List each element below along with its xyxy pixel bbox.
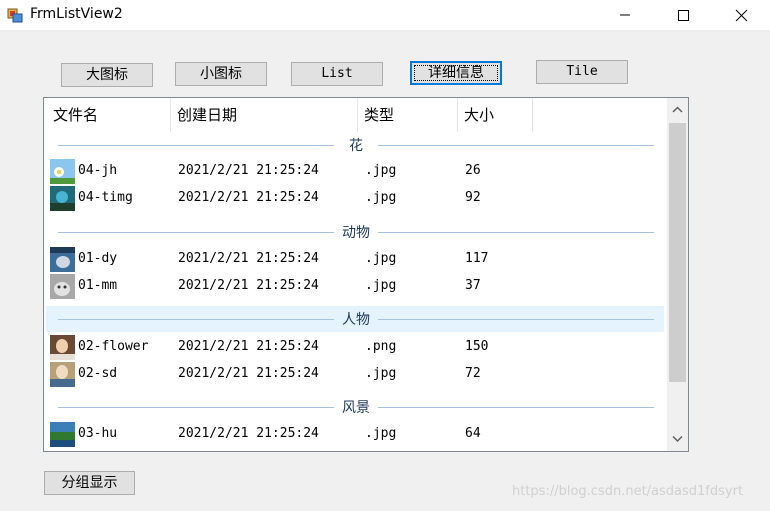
item-filename: 04-jh — [78, 163, 118, 178]
item-filename: 04-timg — [78, 190, 133, 205]
item-type: .jpg — [365, 278, 397, 293]
item-type: .jpg — [365, 366, 397, 381]
vertical-scrollbar[interactable] — [667, 98, 688, 451]
small-icon-button[interactable]: 小图标 — [175, 62, 267, 86]
column-header-size[interactable]: 大小 — [457, 98, 532, 132]
app-icon — [7, 8, 23, 23]
column-header-filename[interactable]: 文件名 — [46, 98, 170, 132]
image-thumbnail-icon — [50, 186, 75, 211]
group-line — [58, 145, 334, 146]
group-title: 花 — [349, 138, 363, 154]
minimize-button[interactable] — [596, 0, 654, 30]
minimize-icon — [620, 14, 630, 16]
item-size: 64 — [465, 426, 481, 441]
list-item[interactable]: 04-timg 2021/2/21 21:25:24 .jpg 92 — [46, 185, 664, 212]
image-thumbnail-icon — [50, 422, 75, 447]
group-header-flowers[interactable]: 花 — [46, 132, 664, 158]
item-filename: 02-sd — [78, 366, 118, 381]
group-line — [58, 407, 334, 408]
item-date: 2021/2/21 21:25:24 — [178, 366, 319, 381]
item-type: .png — [365, 339, 397, 354]
group-title: 人物 — [342, 312, 370, 328]
item-date: 2021/2/21 21:25:24 — [178, 339, 319, 354]
large-icon-button[interactable]: 大图标 — [61, 63, 153, 87]
item-size: 117 — [465, 251, 489, 266]
item-filename: 01-mm — [78, 278, 118, 293]
item-type: .jpg — [365, 163, 397, 178]
item-size: 92 — [465, 190, 481, 205]
column-header-created[interactable]: 创建日期 — [170, 98, 357, 132]
item-type: .jpg — [365, 251, 397, 266]
item-date: 2021/2/21 21:25:24 — [178, 251, 319, 266]
item-date: 2021/2/21 21:25:24 — [178, 278, 319, 293]
details-view-button[interactable]: 详细信息 — [410, 61, 502, 85]
file-list-view[interactable]: 文件名 创建日期 类型 大小 花 04-jh 2021/2/21 21:25:2… — [43, 97, 689, 452]
group-line — [378, 232, 654, 233]
image-thumbnail-icon — [50, 274, 75, 299]
scroll-down-icon[interactable] — [672, 435, 683, 443]
list-item[interactable]: 02-sd 2021/2/21 21:25:24 .jpg 72 — [46, 361, 664, 388]
image-thumbnail-icon — [50, 247, 75, 272]
item-date: 2021/2/21 21:25:24 — [178, 163, 319, 178]
group-line — [378, 145, 654, 146]
scroll-up-icon[interactable] — [672, 106, 683, 114]
window-title: FrmListView2 — [30, 6, 123, 22]
list-item[interactable]: 02-flower 2021/2/21 21:25:24 .png 150 — [46, 334, 664, 361]
item-filename: 01-dy — [78, 251, 118, 266]
item-date: 2021/2/21 21:25:24 — [178, 426, 319, 441]
tile-view-button[interactable]: Tile — [536, 60, 628, 84]
column-divider[interactable] — [532, 98, 533, 132]
group-line — [58, 232, 334, 233]
group-header-animals[interactable]: 动物 — [46, 219, 664, 245]
group-header-scenery[interactable]: 风景 — [46, 394, 664, 420]
list-item[interactable]: 04-jh 2021/2/21 21:25:24 .jpg 26 — [46, 158, 664, 185]
watermark: https://blog.csdn.net/asdasd1fdsyrt — [512, 484, 744, 499]
list-view-button[interactable]: List — [291, 62, 383, 86]
focus-rectangle — [414, 65, 498, 81]
item-size: 37 — [465, 278, 481, 293]
item-date: 2021/2/21 21:25:24 — [178, 190, 319, 205]
item-filename: 03-hu — [78, 426, 118, 441]
item-size: 72 — [465, 366, 481, 381]
group-display-button[interactable]: 分组显示 — [44, 471, 135, 495]
item-size: 150 — [465, 339, 489, 354]
group-line — [378, 407, 654, 408]
title-bar: FrmListView2 — [0, 0, 770, 30]
group-header-people[interactable]: 人物 — [46, 306, 664, 332]
column-header-type[interactable]: 类型 — [357, 98, 457, 132]
group-line — [378, 319, 654, 320]
maximize-icon — [678, 10, 689, 21]
close-button[interactable] — [712, 0, 770, 30]
item-type: .jpg — [365, 190, 397, 205]
item-size: 26 — [465, 163, 481, 178]
close-icon — [735, 9, 748, 22]
list-item[interactable]: 01-dy 2021/2/21 21:25:24 .jpg 117 — [46, 246, 664, 273]
list-item[interactable]: 01-mm 2021/2/21 21:25:24 .jpg 37 — [46, 273, 664, 300]
item-filename: 02-flower — [78, 339, 149, 354]
list-item[interactable]: 03-hu 2021/2/21 21:25:24 .jpg 64 — [46, 421, 664, 448]
group-title: 风景 — [342, 400, 370, 416]
group-title: 动物 — [342, 225, 370, 241]
item-type: .jpg — [365, 426, 397, 441]
image-thumbnail-icon — [50, 362, 75, 387]
scrollbar-thumb[interactable] — [669, 123, 686, 382]
maximize-button[interactable] — [654, 0, 712, 30]
group-line — [58, 319, 334, 320]
image-thumbnail-icon — [50, 335, 75, 360]
image-thumbnail-icon — [50, 159, 75, 184]
list-header: 文件名 创建日期 类型 大小 — [44, 98, 664, 132]
